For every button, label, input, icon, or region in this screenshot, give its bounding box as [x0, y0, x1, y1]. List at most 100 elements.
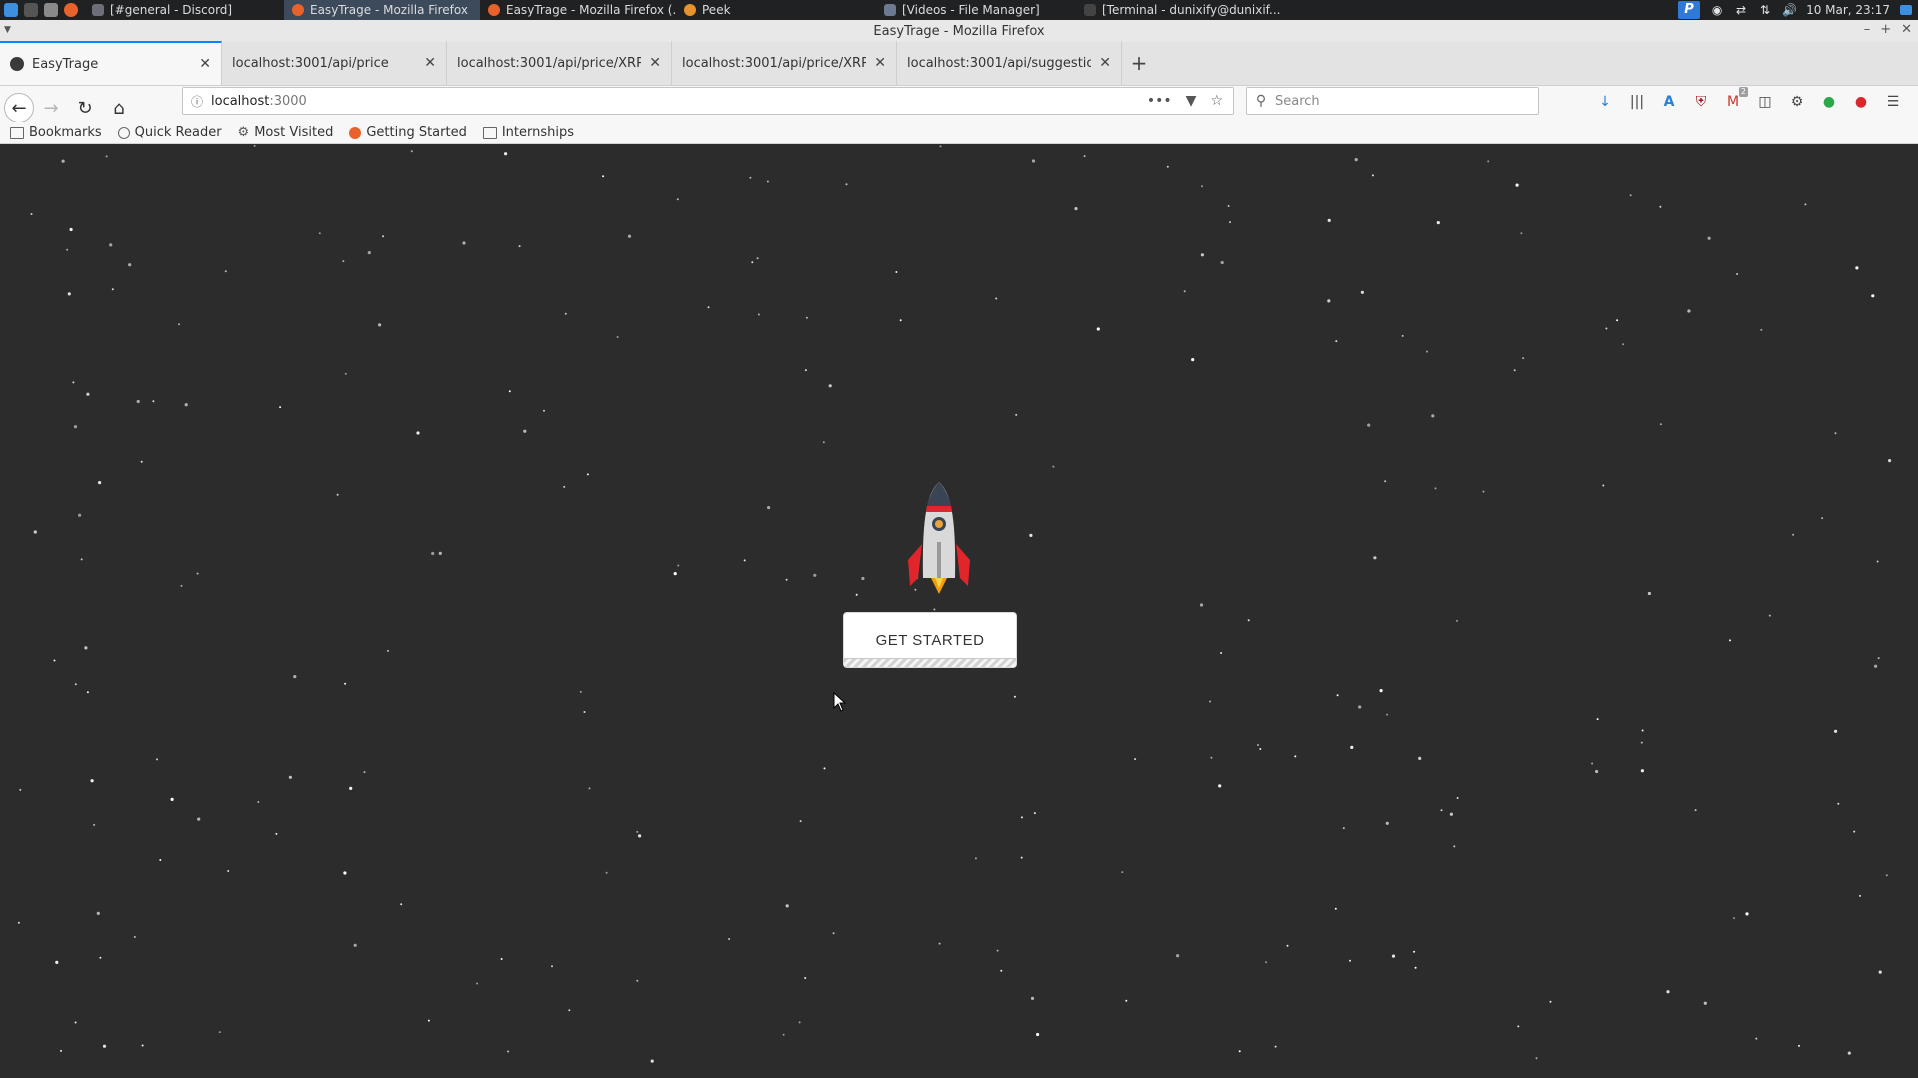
sync-tray-icon[interactable]: ⇄	[1734, 3, 1748, 17]
back-button[interactable]: ←	[4, 93, 34, 123]
task-firefox-easytrage-2[interactable]: EasyTrage - Mozilla Firefox (...	[480, 0, 676, 20]
reload-button[interactable]: ↻	[68, 91, 102, 125]
bookmark-quick-reader[interactable]: Quick Reader	[117, 125, 222, 140]
close-tab-icon[interactable]: ✕	[874, 55, 886, 71]
star	[1640, 769, 1644, 773]
star	[1020, 816, 1023, 819]
download-icon[interactable]: ↓	[1596, 93, 1614, 111]
task-discord[interactable]: [#general - Discord]	[84, 0, 284, 20]
star	[673, 572, 677, 576]
star	[751, 261, 754, 264]
tab-api-price-xrpusd[interactable]: localhost:3001/api/price/XRPUSD ✕	[447, 41, 672, 85]
star	[1853, 830, 1856, 833]
star	[1871, 294, 1875, 298]
star	[507, 1050, 510, 1053]
star	[33, 530, 37, 534]
task-file-manager[interactable]: [Videos - File Manager]	[876, 0, 1076, 20]
ublock-icon[interactable]: ⛨	[1692, 93, 1710, 111]
file-manager-launcher-icon[interactable]	[44, 3, 58, 17]
star	[1257, 744, 1259, 746]
star	[67, 292, 71, 296]
close-tab-icon[interactable]: ✕	[649, 55, 661, 71]
firefox-launcher-icon[interactable]	[64, 3, 78, 17]
app-menu-icon[interactable]	[4, 3, 18, 17]
star	[69, 227, 73, 232]
notification-tray-icon[interactable]	[1900, 5, 1912, 15]
star	[616, 336, 619, 338]
network-tray-icon[interactable]: ⇅	[1758, 3, 1772, 17]
task-label: EasyTrage - Mozilla Firefox (...	[506, 3, 676, 17]
star	[1855, 266, 1859, 270]
star	[828, 384, 832, 388]
get-started-button[interactable]: GET STARTED	[843, 612, 1017, 668]
tab-api-price[interactable]: localhost:3001/api/price ✕	[222, 41, 447, 85]
star	[180, 584, 183, 587]
task-label: [Videos - File Manager]	[902, 3, 1040, 17]
clock[interactable]: 10 Mar, 23:17	[1806, 3, 1890, 17]
close-tab-icon[interactable]: ✕	[1099, 55, 1111, 71]
tab-label: localhost:3001/api/price/XRPUSD	[457, 55, 642, 71]
bookmark-star-icon[interactable]: ☆	[1210, 93, 1223, 109]
star	[400, 903, 403, 906]
star	[1755, 1037, 1758, 1040]
star	[588, 787, 591, 790]
tab-easytrage[interactable]: EasyTrage ✕	[0, 41, 222, 85]
bookmark-most-visited[interactable]: ⚙ Most Visited	[238, 125, 334, 140]
task-terminal[interactable]: [Terminal - dunixify@dunixif...	[1076, 0, 1286, 20]
tab-api-price-xrpbtc[interactable]: localhost:3001/api/price/XRPBTC ✕	[672, 41, 897, 85]
star	[1876, 560, 1879, 563]
green-extension-icon[interactable]: ●	[1820, 93, 1838, 111]
star	[275, 832, 278, 835]
library-icon[interactable]: |||	[1628, 93, 1646, 111]
bookmark-internships[interactable]: Internships	[482, 125, 574, 140]
star	[1229, 221, 1231, 224]
home-button[interactable]: ⌂	[102, 91, 136, 125]
close-tab-icon[interactable]: ✕	[199, 56, 211, 72]
bookmark-bookmarks[interactable]: Bookmarks	[10, 125, 102, 140]
window-menu-icon[interactable]: ▼	[4, 25, 11, 35]
gmail-icon[interactable]: M2	[1724, 87, 1748, 111]
star	[1367, 423, 1371, 427]
discord-tray-icon[interactable]: ◉	[1710, 3, 1724, 17]
new-tab-button[interactable]: +	[1122, 41, 1156, 85]
minimize-icon[interactable]: –	[1864, 22, 1871, 37]
star	[196, 572, 199, 575]
star	[1134, 758, 1137, 761]
task-firefox-easytrage[interactable]: EasyTrage - Mozilla Firefox	[284, 0, 480, 20]
star	[785, 904, 789, 908]
star	[1166, 165, 1169, 168]
peek-tray-icon[interactable]: P	[1678, 1, 1701, 19]
star	[782, 1033, 785, 1036]
star	[1360, 290, 1364, 294]
sidebar-icon[interactable]: ◫	[1756, 93, 1774, 111]
close-tab-icon[interactable]: ✕	[424, 55, 436, 71]
maximize-icon[interactable]: +	[1880, 22, 1891, 37]
search-bar[interactable]: ⚲ Search	[1246, 87, 1539, 115]
star	[1259, 748, 1262, 750]
site-info-icon[interactable]: ⓘ	[183, 93, 211, 110]
star	[1000, 969, 1003, 972]
page-actions-icon[interactable]: •••	[1147, 93, 1172, 109]
red-extension-icon[interactable]: ●	[1852, 93, 1870, 111]
task-peek[interactable]: Peek	[676, 0, 876, 20]
tab-api-suggestions[interactable]: localhost:3001/api/suggestions ✕	[897, 41, 1122, 85]
star	[93, 823, 96, 826]
forward-button[interactable]: →	[34, 91, 68, 125]
star	[1210, 756, 1213, 759]
bookmark-getting-started[interactable]: Getting Started	[349, 125, 467, 140]
volume-tray-icon[interactable]: 🔊	[1782, 3, 1797, 17]
translate-icon[interactable]: A	[1660, 93, 1678, 111]
star	[1520, 232, 1523, 235]
close-window-icon[interactable]: ✕	[1901, 22, 1912, 37]
star	[344, 372, 347, 375]
star	[1847, 1051, 1851, 1055]
url-bar[interactable]: ⓘ localhost:3000 ••• ▼ ☆	[182, 87, 1234, 115]
extension-gear-icon[interactable]: ⚙	[1788, 93, 1806, 111]
star	[1549, 1000, 1552, 1003]
star	[1666, 990, 1670, 994]
star	[1768, 614, 1771, 617]
hamburger-menu-icon[interactable]: ☰	[1884, 93, 1902, 111]
pocket-icon[interactable]: ▼	[1186, 93, 1197, 109]
star	[1327, 218, 1331, 222]
terminal-launcher-icon[interactable]	[24, 3, 38, 17]
